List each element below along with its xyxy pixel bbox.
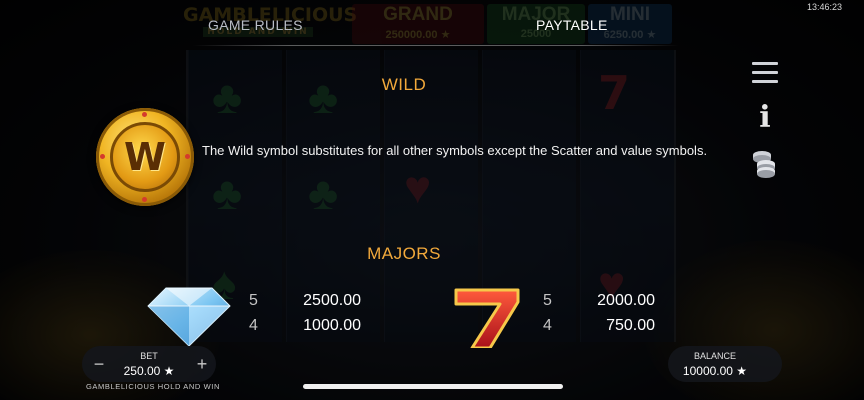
- balance-label: BALANCE: [693, 351, 737, 361]
- diamond-pay-value-5: 2500.00: [303, 292, 361, 309]
- bet-panel: − BET 250.00 ★ +: [82, 346, 216, 382]
- tab-game-rules[interactable]: GAME RULES: [208, 17, 303, 33]
- coin-gem: [185, 154, 190, 159]
- status-clock: 13:46:23: [806, 2, 842, 12]
- diamond-icon: [147, 287, 231, 346]
- majors-section-title: MAJORS: [367, 244, 441, 263]
- bottom-bar: − BET 250.00 ★ + GAMBLELICIOUS HOLD AND …: [0, 344, 864, 400]
- seven-icon: [454, 288, 520, 348]
- wild-description: The Wild symbol substitutes for all othe…: [202, 143, 708, 158]
- balance-value: 10000.00 ★: [682, 364, 748, 378]
- diamond-pay-value-4: 1000.00: [303, 317, 361, 334]
- wild-section-title: WILD: [381, 75, 427, 94]
- coin-gem: [142, 197, 147, 202]
- seven-pay-value-5: 2000.00: [597, 292, 655, 309]
- diamond-pay-count-5: 5: [249, 292, 258, 309]
- coin-letter: W: [124, 135, 166, 179]
- home-indicator[interactable]: [303, 384, 563, 389]
- coin-gem: [100, 154, 105, 159]
- balance-panel: BALANCE 10000.00 ★: [668, 346, 782, 382]
- bet-increase-button[interactable]: +: [193, 354, 211, 375]
- coin-face: W: [110, 122, 180, 192]
- game-name: GAMBLELICIOUS HOLD AND WIN: [86, 382, 220, 391]
- seven-pay-count-4: 4: [543, 317, 552, 334]
- diamond-pay-count-4: 4: [249, 317, 258, 334]
- menu-icon[interactable]: [748, 55, 782, 89]
- seven-pay-count-5: 5: [543, 292, 552, 309]
- info-icon[interactable]: i: [748, 100, 782, 135]
- seven-pay-value-4: 750.00: [606, 317, 655, 334]
- coins-icon[interactable]: [748, 146, 782, 180]
- tab-paytable[interactable]: PAYTABLE: [536, 17, 608, 33]
- coin-gem: [142, 112, 147, 117]
- tab-divider: [193, 45, 679, 46]
- wild-coin-icon: W: [96, 108, 194, 206]
